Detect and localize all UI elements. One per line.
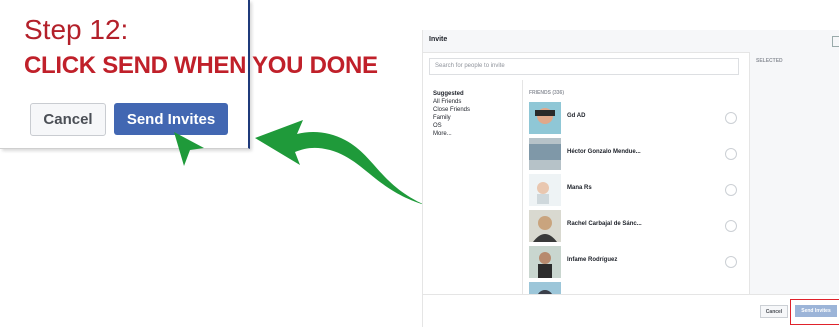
select-radio[interactable] xyxy=(725,184,737,196)
selected-label: SELECTED xyxy=(756,58,783,64)
friend-name: Infame Rodríguez xyxy=(567,257,618,263)
nav-item-family[interactable]: Family xyxy=(433,114,470,122)
friend-name: Rachel Carbajal de Sánc... xyxy=(567,221,642,227)
friend-list-nav: Suggested All Friends Close Friends Fami… xyxy=(433,90,470,138)
friend-name: Héctor Gonzalo Mendue... xyxy=(567,149,641,155)
search-placeholder: Search for people to invite xyxy=(435,63,505,69)
list-item[interactable]: Infame Rodríguez xyxy=(529,246,739,278)
avatar xyxy=(529,174,561,206)
green-pointer-arrow-icon xyxy=(174,132,204,166)
list-item[interactable]: Rachel Carbajal de Sánc... xyxy=(529,210,739,242)
nav-item-all-friends[interactable]: All Friends xyxy=(433,98,470,106)
select-radio[interactable] xyxy=(725,220,737,232)
nav-divider xyxy=(522,80,523,327)
avatar xyxy=(529,210,561,242)
list-item[interactable]: Mana Rs xyxy=(529,174,739,206)
avatar xyxy=(529,102,561,134)
footer-send-invites-button[interactable]: Send Invites xyxy=(795,305,837,317)
footer-cancel-button[interactable]: Cancel xyxy=(760,305,788,318)
step-number: Step 12: xyxy=(24,14,129,45)
select-radio[interactable] xyxy=(725,256,737,268)
select-radio[interactable] xyxy=(725,148,737,160)
invite-dialog: Invite Search for people to invite SELEC… xyxy=(422,30,839,328)
list-item[interactable] xyxy=(529,282,739,294)
close-icon[interactable] xyxy=(832,36,839,47)
dialog-header: Invite xyxy=(423,30,839,53)
avatar xyxy=(529,138,561,170)
list-item[interactable]: Héctor Gonzalo Mendue... xyxy=(529,138,739,170)
nav-item-close-friends[interactable]: Close Friends xyxy=(433,106,470,114)
dialog-title: Invite xyxy=(429,36,448,43)
nav-item-os[interactable]: OS xyxy=(433,122,470,130)
friends-header: FRIENDS (336) xyxy=(529,90,565,96)
cancel-button[interactable]: Cancel xyxy=(30,103,106,136)
nav-item-more[interactable]: More... xyxy=(433,130,470,138)
curved-arrow-icon xyxy=(255,120,425,205)
search-input[interactable]: Search for people to invite xyxy=(429,58,739,75)
friend-name: Mana Rs xyxy=(567,185,592,191)
nav-item-suggested[interactable]: Suggested xyxy=(433,90,470,98)
instruction-callout: Step 12: CLICK SEND WHEN YOU DONE Cancel… xyxy=(0,0,378,149)
select-radio[interactable] xyxy=(725,112,737,124)
avatar xyxy=(529,282,561,294)
selected-pane: SELECTED xyxy=(749,52,839,304)
friend-name: Gd AD xyxy=(567,113,586,119)
dialog-footer: Cancel Send Invites xyxy=(423,294,839,328)
list-item[interactable]: Gd AD xyxy=(529,102,739,134)
instruction-headline: CLICK SEND WHEN YOU DONE xyxy=(24,52,378,79)
avatar xyxy=(529,246,561,278)
